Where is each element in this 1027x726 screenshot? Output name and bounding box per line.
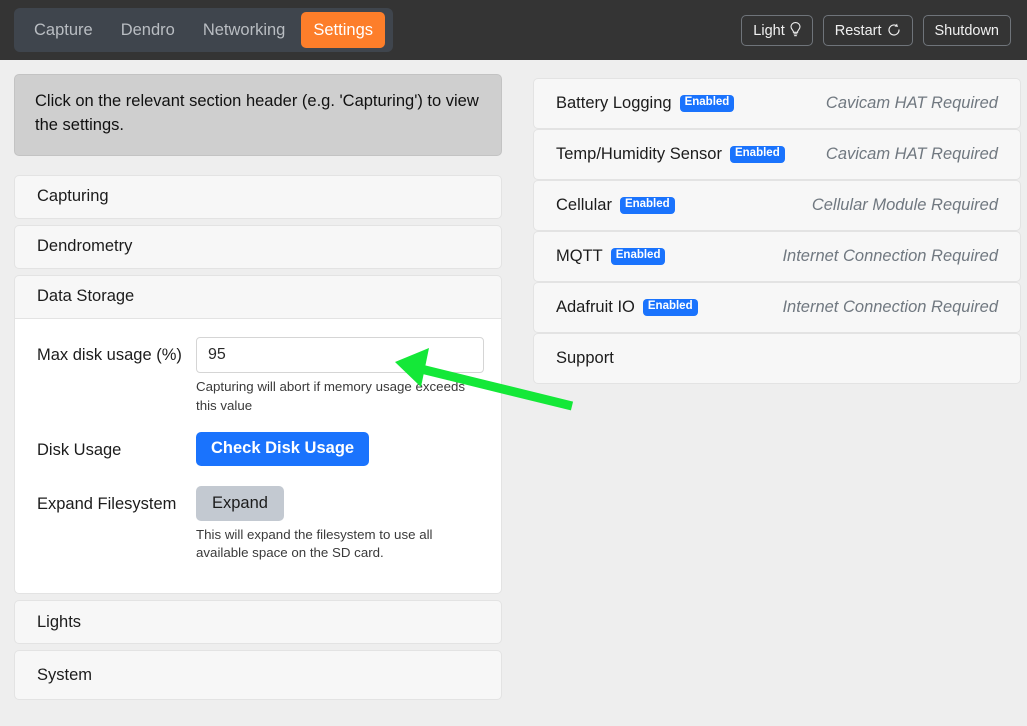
support-left: Support [556, 349, 614, 368]
disk-usage-control: Check Disk Usage [196, 431, 479, 466]
mqtt-note: Internet Connection Required [782, 247, 998, 265]
support-title: Support [556, 349, 614, 367]
expand-filesystem-control: Expand This will expand the filesystem t… [196, 485, 479, 564]
adafruit-io-note: Internet Connection Required [782, 298, 998, 316]
cellular-left: Cellular Enabled [556, 196, 675, 215]
accordion-header-lights[interactable]: Lights [14, 600, 502, 645]
accordion-body-data-storage: Max disk usage (%) Capturing will abort … [14, 318, 502, 595]
left-column: Click on the relevant section header (e.… [14, 74, 502, 706]
accordion-header-capturing[interactable]: Capturing [14, 174, 502, 219]
mqtt-title: MQTT [556, 247, 603, 265]
max-disk-usage-label: Max disk usage (%) [37, 345, 182, 364]
max-disk-usage-control: Capturing will abort if memory usage exc… [196, 336, 484, 416]
restart-button[interactable]: Restart [822, 15, 913, 46]
light-button[interactable]: Light [741, 15, 813, 46]
cellular-note: Cellular Module Required [811, 196, 998, 214]
right-column: Battery Logging Enabled Cavicam HAT Requ… [533, 78, 1021, 384]
shutdown-button-label: Shutdown [934, 22, 1000, 39]
accordion-header-dendrometry[interactable]: Dendrometry [14, 224, 502, 269]
cellular-status-badge: Enabled [619, 197, 675, 214]
accordion-label-data-storage: Data Storage [37, 287, 135, 306]
field-disk-usage: Disk Usage Check Disk Usage [37, 431, 479, 466]
check-disk-usage-button[interactable]: Check Disk Usage [196, 431, 370, 466]
header-actions: Light Restart Shutdown [741, 15, 1011, 46]
adafruit-io-left: Adafruit IO Enabled [556, 298, 698, 317]
accordion-header-data-storage[interactable]: Data Storage [14, 274, 502, 319]
nav-tab-networking[interactable]: Networking [191, 12, 298, 48]
main-navigation: Capture Dendro Networking Settings [14, 8, 393, 52]
accordion-section-dendrometry: Dendrometry [14, 224, 502, 269]
temp-humidity-sensor-title: Temp/Humidity Sensor [556, 145, 722, 163]
field-max-disk-usage: Max disk usage (%) Capturing will abort … [37, 336, 484, 416]
nav-tab-settings[interactable]: Settings [301, 12, 385, 48]
accordion-label-lights: Lights [37, 612, 82, 631]
accordion-label-capturing: Capturing [37, 187, 109, 206]
info-alert-text: Click on the relevant section header (e.… [35, 92, 479, 134]
expand-filesystem-button[interactable]: Expand [196, 485, 284, 521]
adafruit-io-title: Adafruit IO [556, 298, 635, 316]
disk-usage-label: Disk Usage [37, 440, 122, 459]
adafruit-io-status-badge: Enabled [642, 299, 698, 316]
accordion-section-capturing: Capturing [14, 174, 502, 219]
lightbulb-icon [790, 22, 801, 39]
expand-filesystem-label: Expand Filesystem [37, 494, 177, 513]
light-button-label: Light [753, 22, 785, 39]
cellular-title: Cellular [556, 196, 612, 214]
max-disk-usage-input[interactable] [196, 336, 484, 373]
mqtt-left: MQTT Enabled [556, 247, 666, 266]
list-item-cellular[interactable]: Cellular Enabled Cellular Module Require… [533, 180, 1021, 231]
battery-logging-note: Cavicam HAT Required [825, 94, 998, 112]
list-item-battery-logging[interactable]: Battery Logging Enabled Cavicam HAT Requ… [533, 78, 1021, 129]
battery-logging-left: Battery Logging Enabled [556, 94, 735, 113]
nav-tab-dendro[interactable]: Dendro [109, 12, 187, 48]
field-expand-filesystem: Expand Filesystem Expand This will expan… [37, 485, 479, 564]
accordion-section-system: System [14, 650, 502, 701]
accordion-section-lights: Lights [14, 600, 502, 645]
list-item-adafruit-io[interactable]: Adafruit IO Enabled Internet Connection … [533, 282, 1021, 333]
mqtt-status-badge: Enabled [610, 248, 666, 265]
list-item-mqtt[interactable]: MQTT Enabled Internet Connection Require… [533, 231, 1021, 282]
restart-icon [887, 23, 901, 39]
accordion-header-system[interactable]: System [14, 650, 502, 701]
temp-humidity-sensor-note: Cavicam HAT Required [825, 145, 998, 163]
info-alert: Click on the relevant section header (e.… [14, 74, 502, 156]
accordion-section-data-storage: Data Storage Max disk usage (%) Capturin… [14, 274, 502, 595]
temp-humidity-sensor-left: Temp/Humidity Sensor Enabled [556, 145, 785, 164]
max-disk-usage-help: Capturing will abort if memory usage exc… [196, 378, 466, 413]
restart-button-label: Restart [834, 22, 882, 39]
list-item-temp-humidity-sensor[interactable]: Temp/Humidity Sensor Enabled Cavicam HAT… [533, 129, 1021, 180]
expand-filesystem-help: This will expand the filesystem to use a… [196, 526, 433, 561]
shutdown-button[interactable]: Shutdown [922, 15, 1011, 46]
accordion-label-system: System [37, 665, 93, 684]
list-item-support[interactable]: Support [533, 333, 1021, 384]
battery-logging-status-badge: Enabled [679, 95, 735, 112]
nav-tab-capture[interactable]: Capture [22, 12, 105, 48]
temp-humidity-sensor-status-badge: Enabled [729, 146, 785, 163]
battery-logging-title: Battery Logging [556, 94, 672, 112]
accordion-label-dendrometry: Dendrometry [37, 237, 133, 256]
top-header-bar: Capture Dendro Networking Settings Light… [0, 0, 1027, 60]
